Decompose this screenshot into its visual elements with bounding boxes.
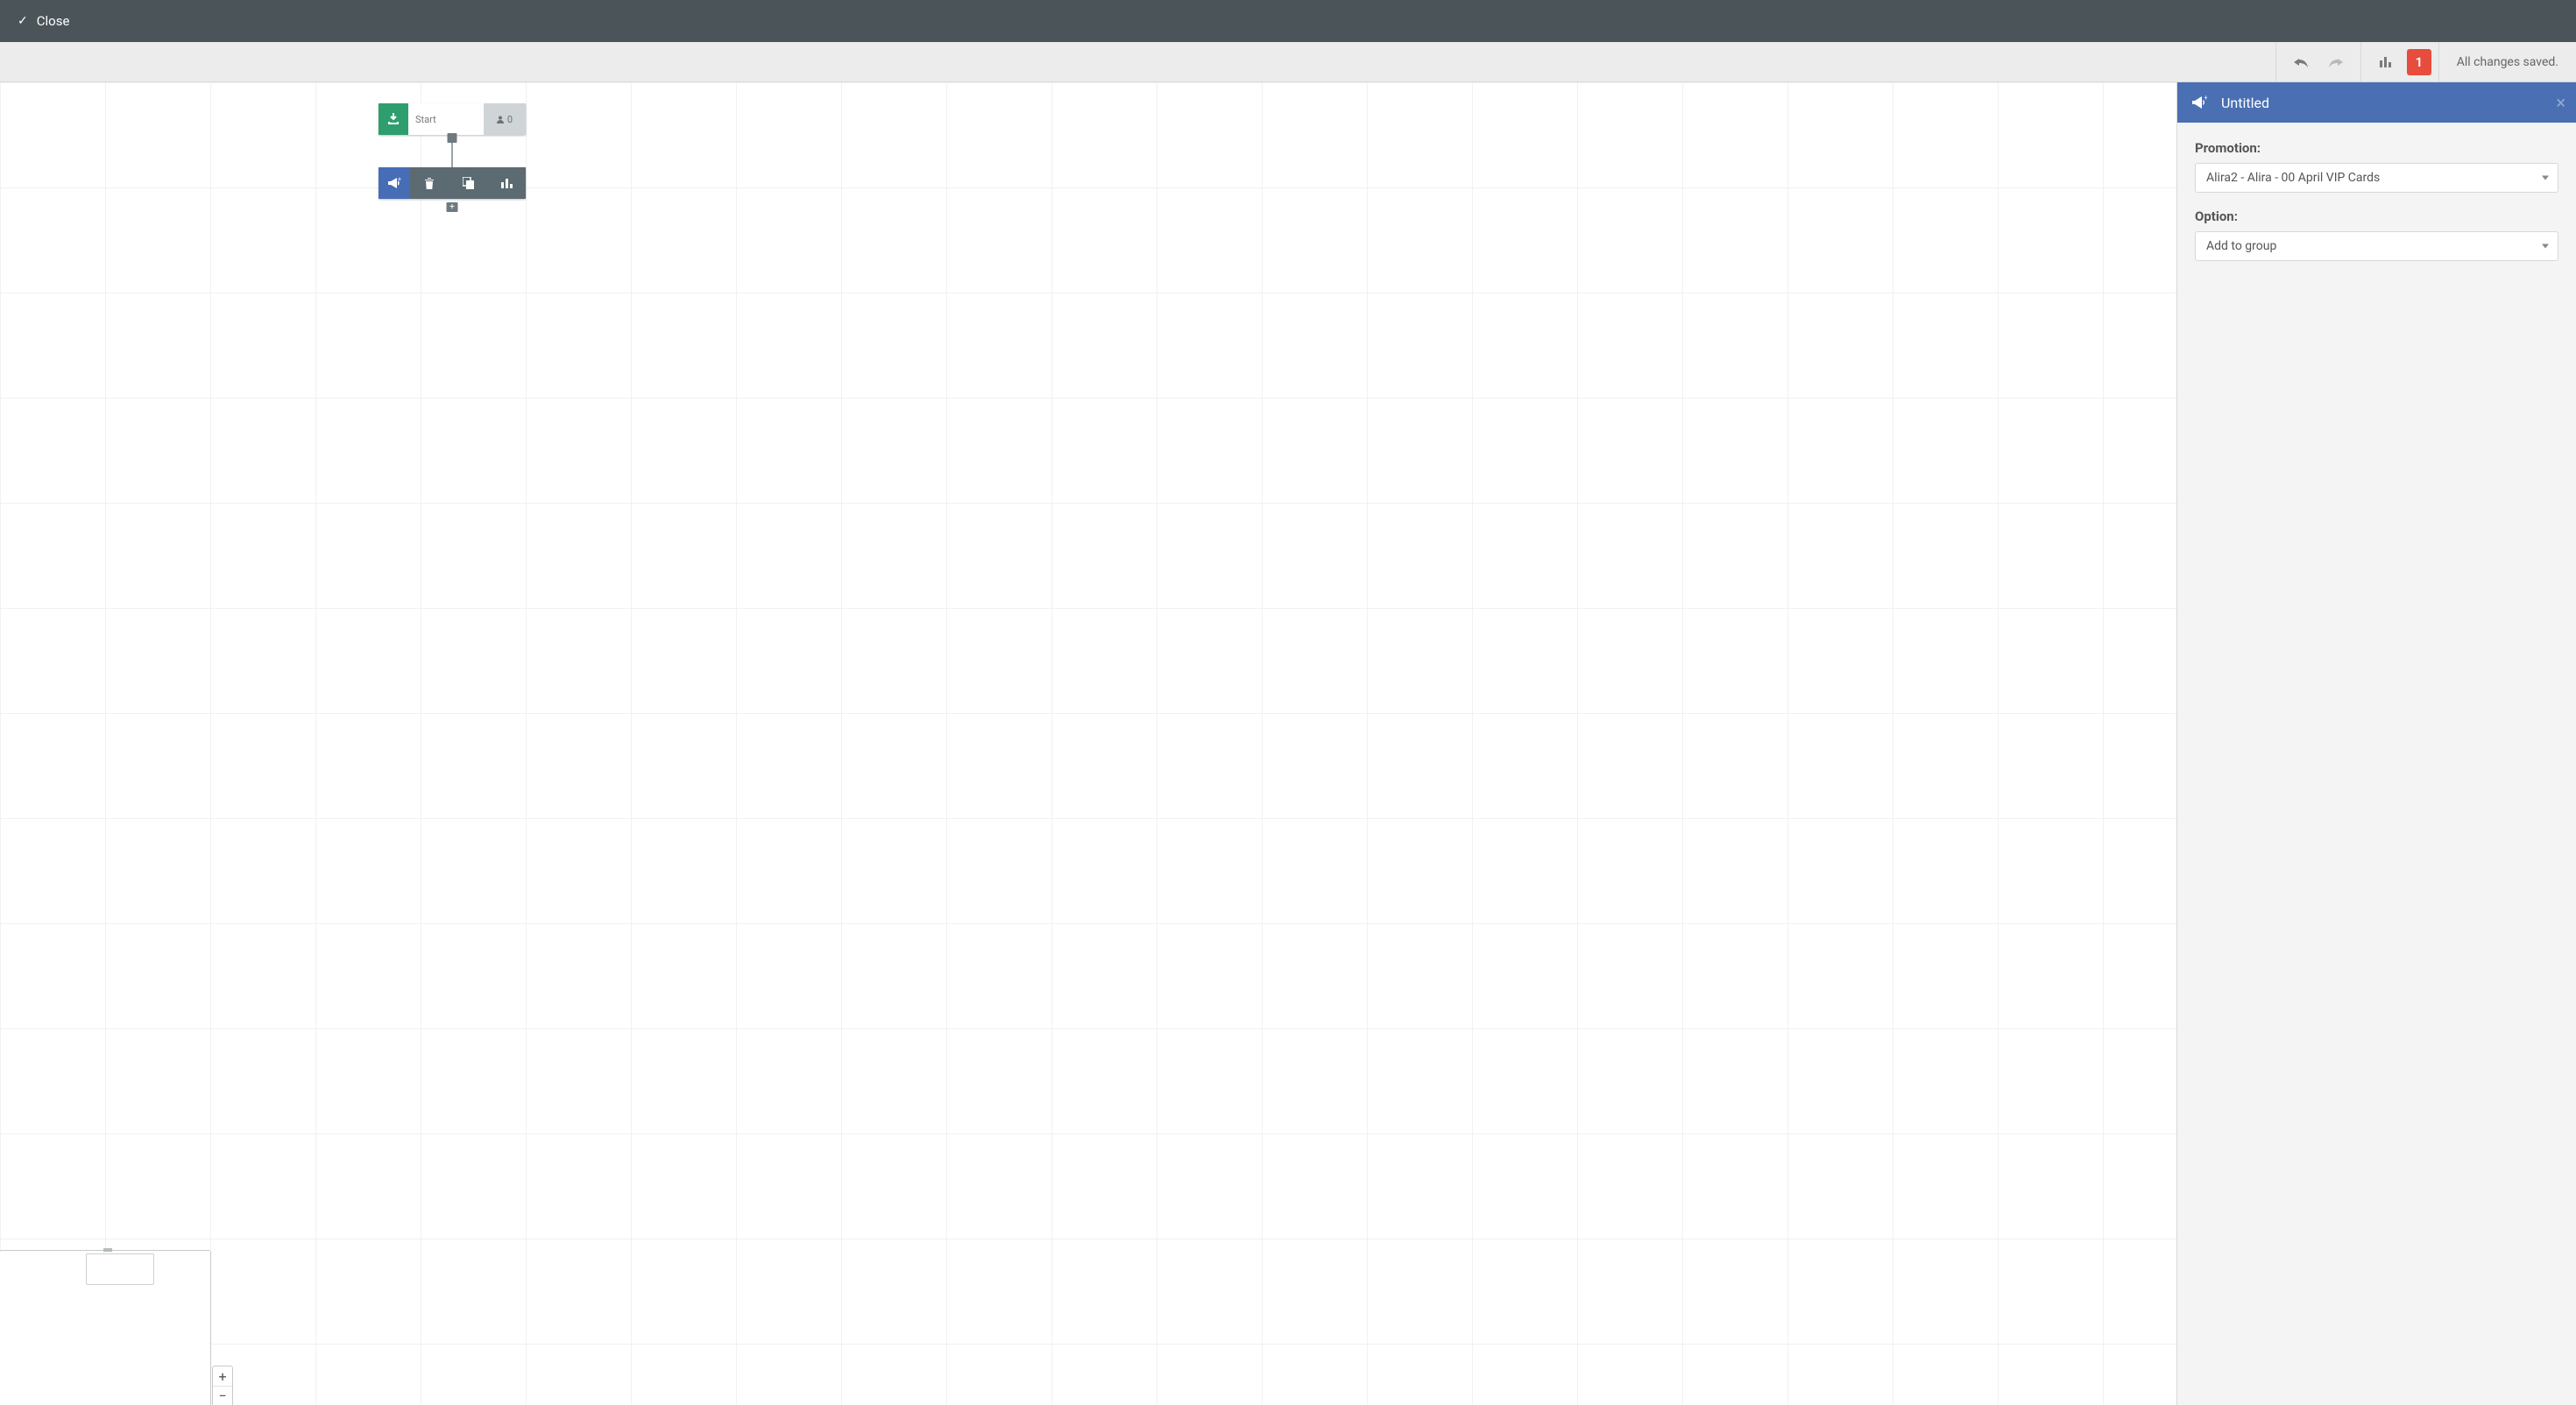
option-select[interactable]: Add to group (2195, 231, 2558, 261)
panel-header: + Untitled × (2177, 82, 2576, 123)
chevron-down-icon (2542, 176, 2549, 180)
properties-panel: + Untitled × Promotion: Alira2 - Alira -… (2176, 82, 2576, 1405)
promotion-field: Promotion: Alira2 - Alira - 00 April VIP… (2195, 140, 2558, 193)
check-icon: ✓ (18, 14, 28, 28)
action-node-toolbar (410, 167, 526, 199)
panel-title: Untitled (2221, 95, 2269, 111)
zoom-in-button[interactable]: + (213, 1366, 232, 1386)
promotion-value: Alira2 - Alira - 00 April VIP Cards (2206, 171, 2380, 185)
svg-text:+: + (2204, 95, 2208, 102)
start-node-icon-head (379, 103, 408, 135)
main-area: Start 0 + + (0, 82, 2576, 1405)
download-icon (387, 113, 400, 125)
top-dark-bar: ✓ Close (0, 0, 2576, 42)
minimap-viewport[interactable] (86, 1253, 154, 1285)
panel-body: Promotion: Alira2 - Alira - 00 April VIP… (2177, 123, 2576, 294)
stats-node-button[interactable] (487, 167, 526, 199)
start-node-count: 0 (507, 114, 513, 125)
start-node-out-port[interactable] (448, 133, 457, 143)
option-field: Option: Add to group (2195, 208, 2558, 261)
undo-redo-group (2275, 42, 2360, 81)
option-value: Add to group (2206, 239, 2276, 253)
megaphone-icon: + (387, 177, 401, 189)
trash-icon (424, 177, 435, 189)
stats-error-group: 1 (2360, 42, 2438, 81)
bar-chart-icon (2380, 57, 2392, 67)
undo-button[interactable] (2283, 42, 2318, 82)
start-node-count-area: 0 (484, 103, 526, 135)
undo-icon (2294, 56, 2308, 68)
connector-line (451, 143, 453, 167)
close-panel-button[interactable]: × (2556, 92, 2565, 113)
toolbar: 1 All changes saved. (0, 42, 2576, 82)
option-label: Option: (2195, 208, 2558, 224)
copy-icon (463, 177, 474, 189)
close-label: Close (37, 13, 70, 29)
chevron-down-icon (2542, 244, 2549, 249)
save-status: All changes saved. (2438, 42, 2576, 81)
promotion-label: Promotion: (2195, 140, 2558, 156)
stats-button[interactable] (2368, 42, 2403, 82)
person-icon (497, 116, 504, 124)
action-node[interactable]: + + (379, 167, 526, 199)
megaphone-icon: + (2191, 95, 2207, 109)
minimap-handle (103, 1248, 112, 1252)
canvas-grid (0, 82, 2176, 1405)
action-node-icon-head: + (379, 167, 410, 199)
zoom-out-button[interactable]: − (213, 1386, 232, 1405)
delete-button[interactable] (410, 167, 449, 199)
close-button[interactable]: ✓ Close (18, 13, 69, 29)
redo-icon (2329, 56, 2343, 68)
bar-chart-icon (501, 179, 513, 188)
close-icon: × (2556, 92, 2565, 113)
start-node[interactable]: Start 0 (379, 103, 526, 135)
error-count-badge[interactable]: 1 (2407, 49, 2431, 75)
promotion-select[interactable]: Alira2 - Alira - 00 April VIP Cards (2195, 163, 2558, 193)
copy-button[interactable] (449, 167, 487, 199)
minimap[interactable] (0, 1250, 211, 1405)
svg-text:+: + (398, 177, 401, 183)
zoom-controls: + − (212, 1366, 233, 1405)
canvas[interactable]: Start 0 + + (0, 82, 2176, 1405)
add-node-below-button[interactable]: + (447, 202, 458, 212)
redo-button[interactable] (2318, 42, 2353, 82)
start-node-label: Start (408, 103, 484, 135)
